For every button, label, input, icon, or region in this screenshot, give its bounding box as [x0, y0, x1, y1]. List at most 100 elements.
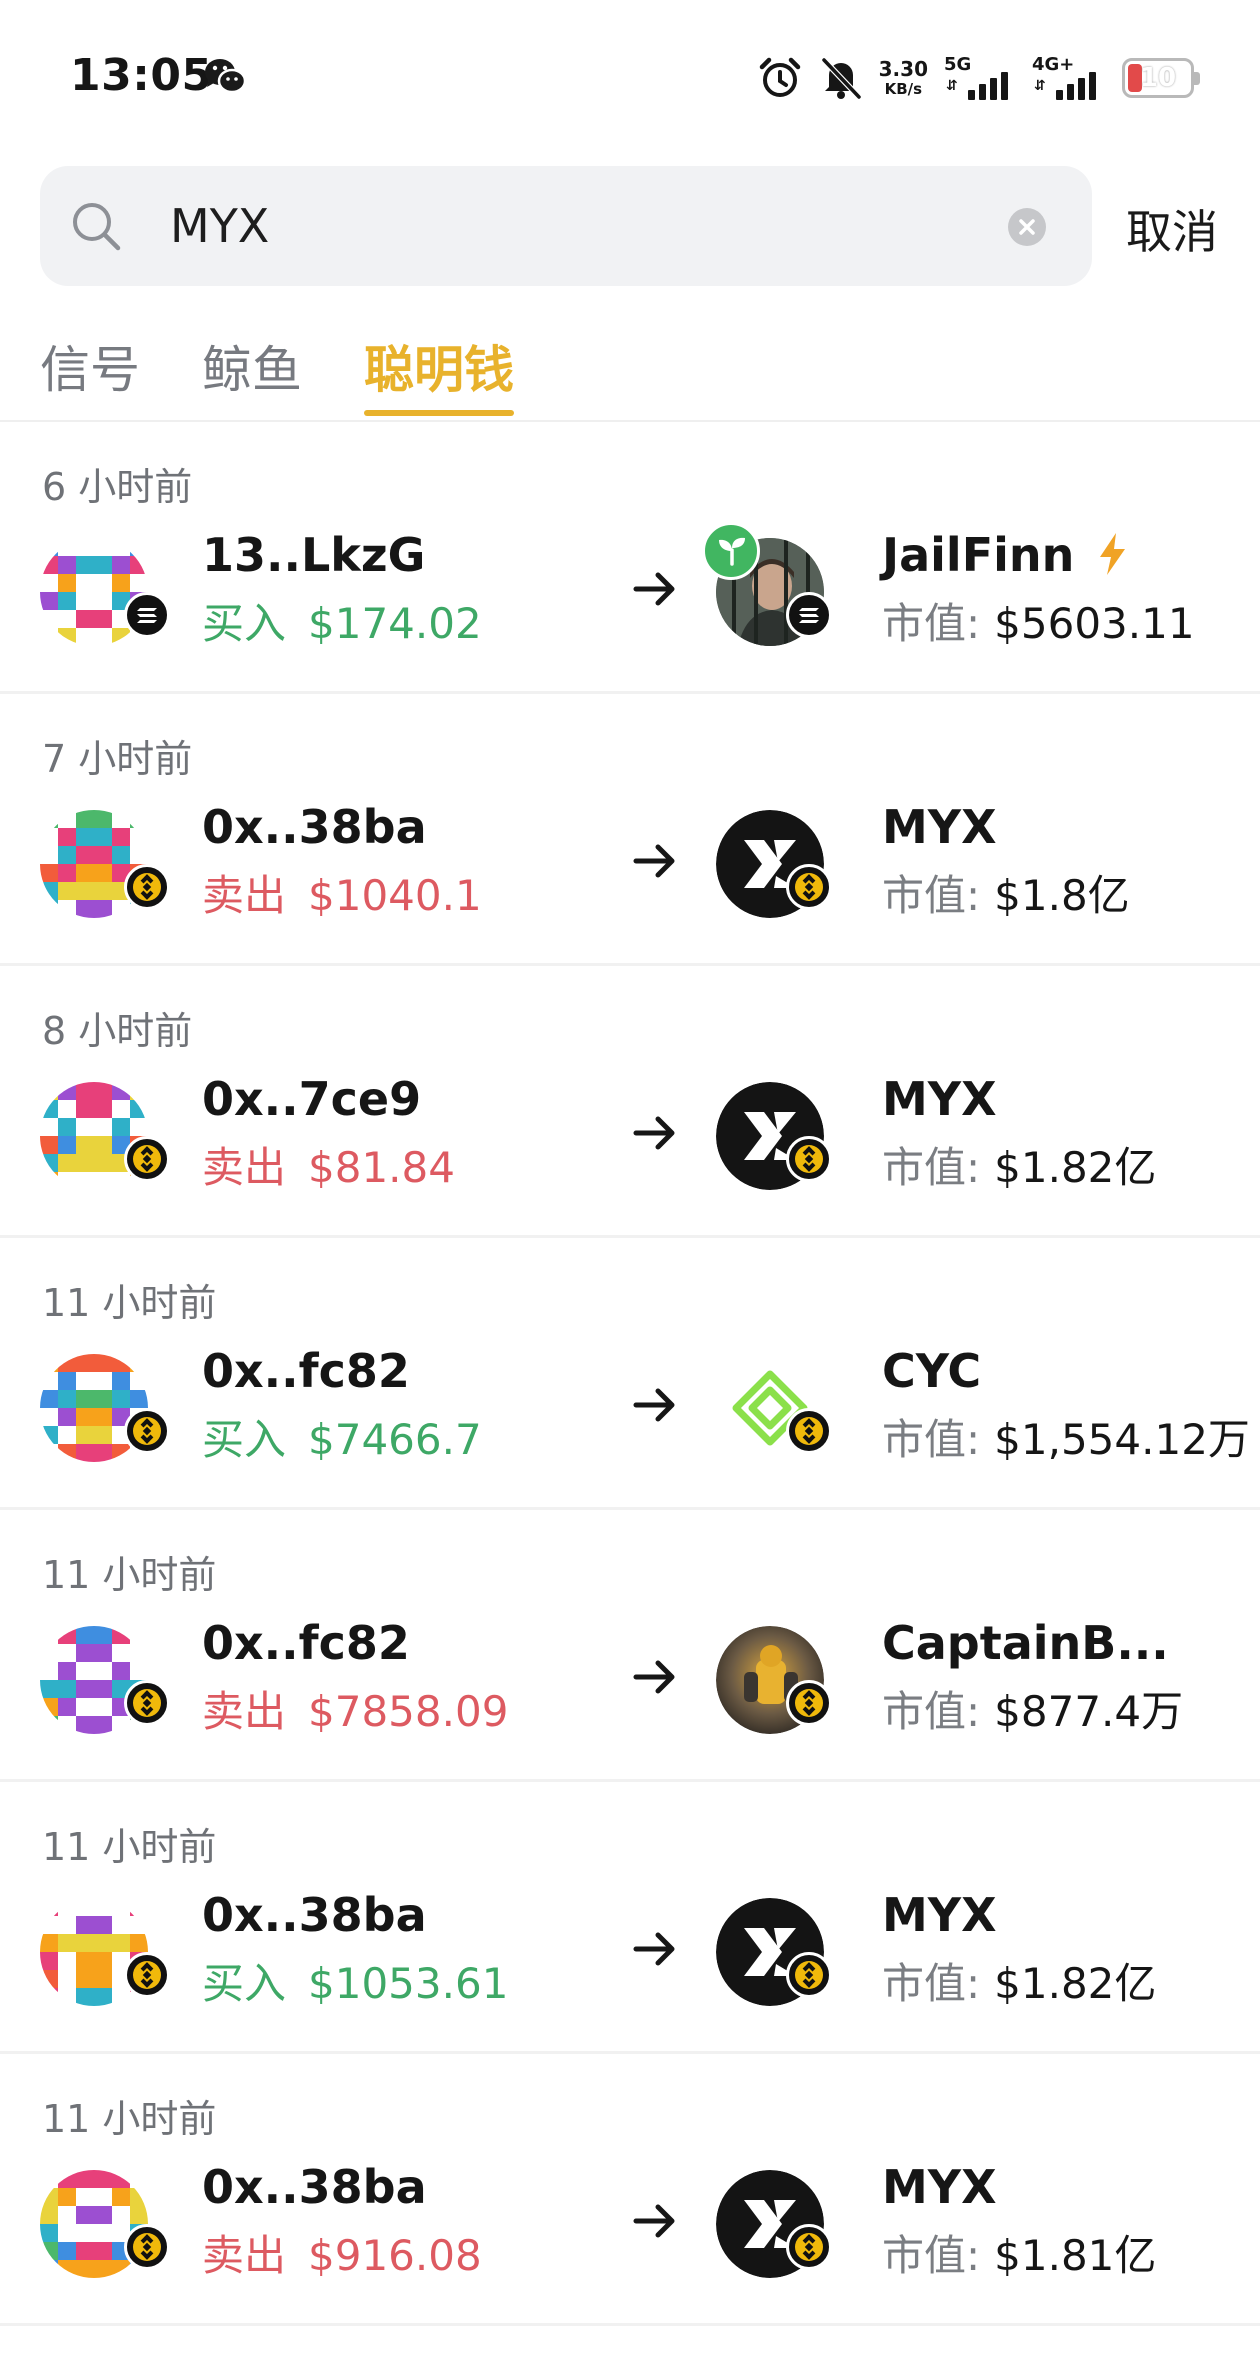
trade-row[interactable]: 11 小时前 0x..38ba 买入 $1053.61 MYX 市值: $1.82亿 [0, 1782, 1260, 2054]
clear-search-icon[interactable] [1008, 208, 1046, 246]
market-cap: 市值: $877.4万 [882, 1678, 1183, 1739]
arrow-right-icon [633, 572, 675, 606]
market-cap-label: 市值: [882, 871, 981, 920]
trade-row[interactable]: 7 小时前 0x..38ba 卖出 $1040.1 MYX 市值: $1.8亿 [0, 694, 1260, 966]
trade-time: 8 小时前 [42, 1009, 193, 1053]
bnb-chain-icon [124, 1136, 170, 1182]
trade-list: 卖出$210.27市值:$6770.176 小时前13..LkzG买入$174.… [0, 422, 1260, 2326]
wechat-icon [205, 59, 247, 94]
mute-bell-icon [821, 57, 861, 100]
arrow-right-icon [633, 1932, 675, 1966]
app-screen: 13:05 3.30 KB/s 5G ⇵ 4G+ ⇵ 10 MYX 取消 信号 … [0, 0, 1260, 2380]
wallet-address[interactable]: 13..LkzG [202, 528, 425, 582]
token-name[interactable]: MYX [882, 2160, 997, 2214]
wallet-address[interactable]: 0x..fc82 [202, 1344, 410, 1398]
bnb-chain-icon [786, 2224, 832, 2270]
status-time: 13:05 [70, 50, 213, 101]
trade-action: 卖出 $1040.1 [202, 862, 482, 923]
market-cap-label: 市值: [882, 1687, 981, 1736]
search-input[interactable] [170, 190, 990, 262]
token-name[interactable]: MYX [882, 1072, 997, 1126]
market-cap: 市值: $1.81亿 [882, 2222, 1156, 2283]
token-name-text: MYX [882, 2160, 997, 2214]
solana-chain-icon [124, 592, 170, 638]
trade-row[interactable]: 11 小时前 0x..38ba 卖出 $916.08 MYX 市值: $1.81亿 [0, 2054, 1260, 2326]
trade-amount: $916.08 [308, 2231, 482, 2280]
trade-row[interactable]: 11 小时前 0x..fc82 卖出 $7858.09 CaptainB... 市值: $8… [0, 1510, 1260, 1782]
market-cap-value: $1.8亿 [994, 871, 1130, 920]
bnb-chain-icon [786, 864, 832, 910]
net-speed: 3.30 KB/s [879, 59, 928, 97]
market-cap-value: $5603.11 [994, 599, 1195, 648]
market-cap: 市值: $5603.11 [882, 590, 1195, 651]
bnb-chain-icon [124, 864, 170, 910]
trade-time: 6 小时前 [42, 465, 193, 509]
lightning-icon [1100, 533, 1126, 575]
trade-side: 卖出 [202, 871, 287, 920]
token-name-text: MYX [882, 1888, 997, 1942]
status-bar: 13:05 3.30 KB/s 5G ⇵ 4G+ ⇵ 10 [0, 0, 1260, 150]
tab-whales[interactable]: 鲸鱼 [202, 330, 302, 402]
trade-row[interactable]: 11 小时前 0x..fc82 买入 $7466.7 CYC 市值: $1,554.12万 [0, 1238, 1260, 1510]
token-name-text: CaptainB... [882, 1616, 1169, 1670]
trade-time: 11 小时前 [42, 1553, 217, 1597]
market-cap: 市值: $1.82亿 [882, 1134, 1156, 1195]
market-cap: 市值: $1.82亿 [882, 1950, 1156, 2011]
trade-action: 卖出 $7858.09 [202, 1678, 508, 1739]
alarm-icon [759, 57, 800, 97]
trade-action: 买入 $174.02 [202, 590, 482, 651]
market-cap-label: 市值: [882, 1959, 981, 2008]
trade-amount: $1053.61 [308, 1959, 509, 2008]
trade-row[interactable]: 6 小时前 13..LkzG 买入 $174.02 JailFinn 市值: $5603.1… [0, 422, 1260, 694]
tab-signals[interactable]: 信号 [40, 330, 140, 402]
arrow-right-icon [633, 1388, 675, 1422]
token-name[interactable]: JailFinn [882, 528, 1130, 582]
trade-action: 买入 $7466.7 [202, 1406, 482, 1467]
trade-side: 买入 [202, 1959, 287, 2008]
market-cap-label: 市值: [882, 1415, 981, 1464]
bnb-chain-icon [124, 1408, 170, 1454]
tab-smart-money[interactable]: 聪明钱 [364, 330, 514, 402]
status-icons: 3.30 KB/s 5G ⇵ 4G+ ⇵ 10 [741, 52, 1200, 104]
trade-action: 买入 $1053.61 [202, 1950, 508, 2011]
trade-amount: $81.84 [308, 1143, 455, 1192]
battery-level: 10 [1139, 63, 1177, 93]
trade-feed[interactable]: 卖出$210.27市值:$6770.176 小时前13..LkzG买入$174.… [0, 422, 1260, 2380]
wallet-address[interactable]: 0x..38ba [202, 2160, 427, 2214]
trade-amount: $1040.1 [308, 871, 482, 920]
trade-side: 买入 [202, 599, 287, 648]
market-cap: 市值: $1.8亿 [882, 862, 1130, 923]
market-cap-value: $1.82亿 [994, 1959, 1157, 2008]
token-name[interactable]: CYC [882, 1344, 981, 1398]
signal-5g: 5G ⇵ [944, 54, 1016, 102]
net-speed-unit: KB/s [884, 80, 923, 98]
search-box[interactable] [40, 166, 1092, 286]
arrow-right-icon [633, 844, 675, 878]
wallet-address[interactable]: 0x..7ce9 [202, 1072, 421, 1126]
token-name-text: CYC [882, 1344, 982, 1398]
market-cap-label: 市值: [882, 1143, 981, 1192]
cancel-button[interactable]: 取消 [1126, 196, 1218, 262]
wallet-address[interactable]: 0x..38ba [202, 1888, 427, 1942]
active-tab-indicator [364, 410, 514, 416]
tab-bar: 信号 鲸鱼 聪明钱 [0, 330, 1260, 420]
arrow-right-icon [633, 1116, 675, 1150]
trade-side: 卖出 [202, 1687, 287, 1736]
token-name[interactable]: MYX [882, 1888, 997, 1942]
token-name-text: MYX [882, 800, 997, 854]
wallet-address[interactable]: 0x..38ba [202, 800, 427, 854]
sprout-icon [702, 522, 760, 580]
token-name[interactable]: MYX [882, 800, 997, 854]
wallet-address[interactable]: 0x..fc82 [202, 1616, 410, 1670]
trade-row[interactable]: 8 小时前 0x..7ce9 卖出 $81.84 MYX 市值: $1.82亿 [0, 966, 1260, 1238]
trade-time: 11 小时前 [42, 2097, 217, 2141]
net-speed-value: 3.30 [878, 57, 928, 81]
bnb-chain-icon [786, 1680, 832, 1726]
trade-side: 买入 [202, 1415, 287, 1464]
signal-bars-icon [964, 72, 1008, 100]
bnb-chain-icon [786, 1952, 832, 1998]
bnb-chain-icon [124, 2224, 170, 2270]
token-name-text: MYX [882, 1072, 997, 1126]
battery-icon: 10 [1122, 58, 1200, 98]
token-name[interactable]: CaptainB... [882, 1616, 1169, 1670]
